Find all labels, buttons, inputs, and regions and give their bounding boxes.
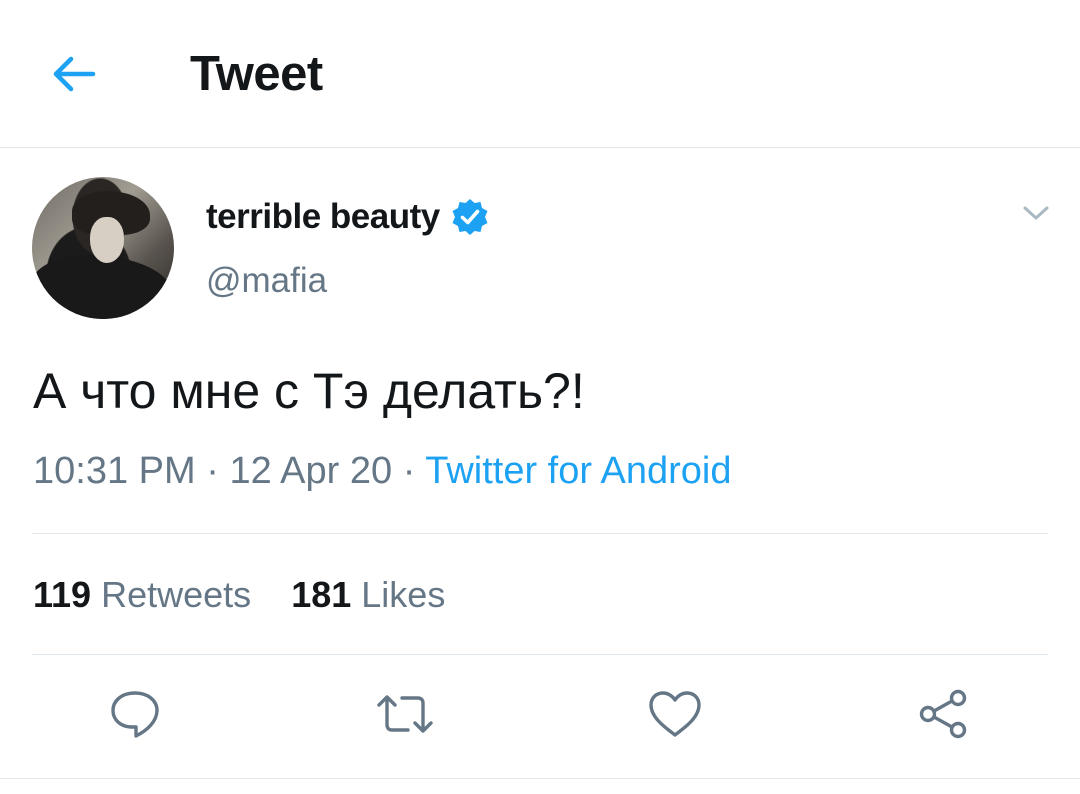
chevron-down-icon (1023, 206, 1049, 220)
page-title: Tweet (190, 47, 323, 101)
divider (32, 533, 1048, 534)
divider (32, 654, 1048, 655)
arrow-left-icon (53, 56, 96, 92)
share-icon (919, 689, 967, 739)
like-icon (649, 691, 701, 737)
retweet-icon (377, 695, 433, 733)
tweet-time: 10:31 PM (33, 450, 196, 492)
display-name[interactable]: terrible beauty (206, 197, 490, 237)
meta-separator: · (402, 450, 416, 492)
likes-label: Likes (361, 574, 446, 615)
retweet-button[interactable] (375, 684, 435, 744)
likes-stat[interactable]: 181 Likes (291, 574, 445, 615)
retweets-label: Retweets (101, 574, 252, 615)
verified-badge-icon (452, 199, 488, 235)
header-bar: Tweet (0, 0, 1080, 148)
retweets-stat[interactable]: 119 Retweets (33, 574, 261, 615)
display-name-text: terrible beauty (206, 197, 440, 236)
avatar[interactable] (32, 177, 174, 319)
share-button[interactable] (914, 684, 974, 744)
like-button[interactable] (645, 684, 705, 744)
tweet-meta: 10:31 PM · 12 Apr 20 · Twitter for Andro… (33, 450, 731, 493)
likes-count: 181 (291, 574, 352, 615)
tweet-stats: 119 Retweets 181 Likes (33, 574, 475, 616)
back-button[interactable] (48, 50, 100, 98)
retweets-count: 119 (33, 574, 92, 615)
user-handle[interactable]: @mafia (206, 261, 327, 301)
tweet-date: 12 Apr 20 (229, 450, 393, 492)
more-options-button[interactable] (1018, 198, 1054, 228)
reply-button[interactable] (105, 684, 165, 744)
meta-separator: · (206, 450, 219, 492)
tweet-text: А что мне с Тэ делать?! (33, 363, 585, 419)
divider (0, 778, 1080, 779)
tweet-source-link[interactable]: Twitter for Android (425, 450, 731, 492)
reply-icon (111, 691, 159, 738)
